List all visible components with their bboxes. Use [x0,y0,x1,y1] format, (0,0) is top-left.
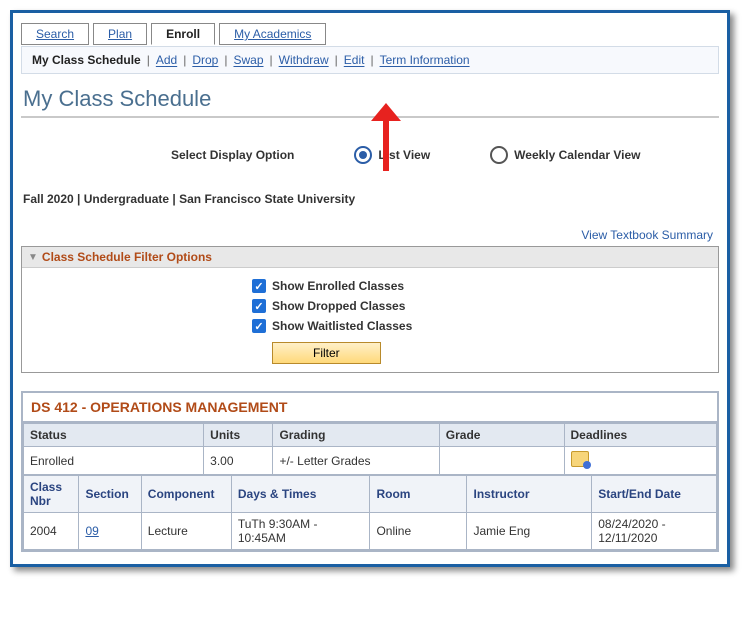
filter-panel-header[interactable]: ▼ Class Schedule Filter Options [22,247,718,268]
col-section: Section [79,476,141,513]
cell-grading: +/- Letter Grades [273,447,439,475]
filter-button[interactable]: Filter [272,342,381,364]
col-instructor: Instructor [467,476,592,513]
divider [21,116,719,118]
subnav-edit[interactable]: Edit [344,53,365,67]
subnav-current: My Class Schedule [32,53,141,67]
checkmark-icon: ✓ [252,319,266,333]
subnav-withdraw[interactable]: Withdraw [279,53,329,67]
class-block: DS 412 - OPERATIONS MANAGEMENT Status Un… [21,391,719,552]
col-units: Units [204,424,273,447]
term-line: Fall 2020 | Undergraduate | San Francisc… [21,174,719,228]
tab-search[interactable]: Search [21,23,89,45]
app-frame: Search Plan Enroll My Academics My Class… [10,10,730,567]
section-link[interactable]: 09 [85,524,98,538]
col-days-times: Days & Times [231,476,370,513]
radio-calendar-view-label: Weekly Calendar View [514,148,640,162]
col-status: Status [24,424,204,447]
cell-section: 09 [79,513,141,550]
col-start-end-date: Start/End Date [592,476,717,513]
tab-plan[interactable]: Plan [93,23,147,45]
col-room: Room [370,476,467,513]
cell-grade [439,447,564,475]
table-row: 2004 09 Lecture TuTh 9:30AM - 10:45AM On… [24,513,717,550]
filter-panel: ▼ Class Schedule Filter Options ✓ Show E… [21,246,719,373]
table-header-row: Status Units Grading Grade Deadlines [24,424,717,447]
sub-nav: My Class Schedule | Add | Drop | Swap | … [21,46,719,74]
class-summary-table: Status Units Grading Grade Deadlines Enr… [23,423,717,475]
checkbox-label: Show Dropped Classes [272,299,405,313]
filter-panel-body: ✓ Show Enrolled Classes ✓ Show Dropped C… [22,268,718,372]
textbook-summary-row: View Textbook Summary [21,228,719,242]
checkbox-label: Show Enrolled Classes [272,279,404,293]
annotation-arrow [371,103,401,173]
display-option-row: Select Display Option List View Weekly C… [21,146,719,174]
radio-weekly-calendar-view[interactable]: Weekly Calendar View [490,146,640,164]
table-row: Enrolled 3.00 +/- Letter Grades [24,447,717,475]
checkmark-icon: ✓ [252,279,266,293]
primary-tabs: Search Plan Enroll My Academics [21,21,719,47]
view-textbook-summary-link[interactable]: View Textbook Summary [581,228,713,242]
cell-days-times: TuTh 9:30AM - 10:45AM [231,513,370,550]
subnav-drop[interactable]: Drop [192,53,218,67]
col-class-nbr: Class Nbr [24,476,79,513]
col-grading: Grading [273,424,439,447]
cell-instructor: Jamie Eng [467,513,592,550]
radio-dot-icon [490,146,508,164]
checkmark-icon: ✓ [252,299,266,313]
subnav-swap[interactable]: Swap [233,53,263,67]
cell-deadlines [564,447,716,475]
subnav-term-information[interactable]: Term Information [380,53,470,67]
display-option-label: Select Display Option [171,148,294,162]
tab-enroll[interactable]: Enroll [151,23,215,45]
cell-class-nbr: 2004 [24,513,79,550]
filter-panel-title: Class Schedule Filter Options [42,250,212,264]
class-title: DS 412 - OPERATIONS MANAGEMENT [23,393,717,423]
checkbox-show-dropped[interactable]: ✓ Show Dropped Classes [252,296,718,316]
class-detail-table: Class Nbr Section Component Days & Times… [23,475,717,550]
col-deadlines: Deadlines [564,424,716,447]
checkbox-show-enrolled[interactable]: ✓ Show Enrolled Classes [252,276,718,296]
col-grade: Grade [439,424,564,447]
col-component: Component [141,476,231,513]
checkbox-label: Show Waitlisted Classes [272,319,412,333]
cell-status: Enrolled [24,447,204,475]
tab-my-academics[interactable]: My Academics [219,23,326,45]
collapse-icon: ▼ [28,252,38,263]
calendar-deadline-icon[interactable] [571,451,589,467]
table-header-row: Class Nbr Section Component Days & Times… [24,476,717,513]
cell-component: Lecture [141,513,231,550]
subnav-add[interactable]: Add [156,53,177,67]
cell-room: Online [370,513,467,550]
radio-dot-icon [354,146,372,164]
cell-units: 3.00 [204,447,273,475]
cell-start-end-date: 08/24/2020 - 12/11/2020 [592,513,717,550]
checkbox-show-waitlisted[interactable]: ✓ Show Waitlisted Classes [252,316,718,336]
